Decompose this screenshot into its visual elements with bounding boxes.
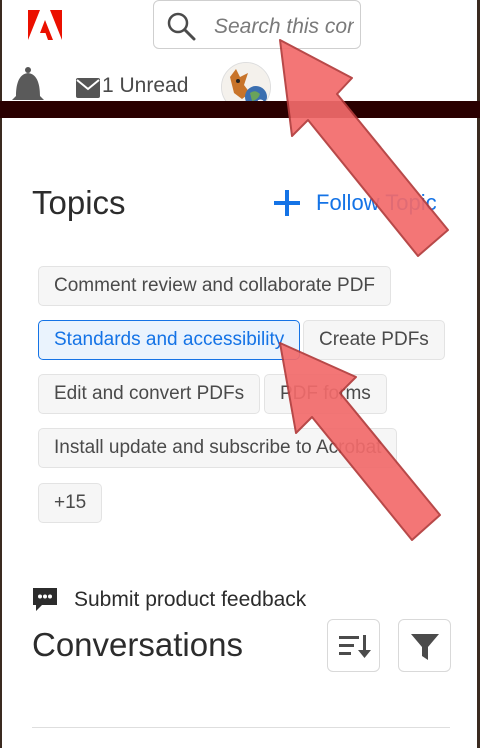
topic-chip-edit-convert[interactable]: Edit and convert PDFs	[38, 374, 261, 414]
adobe-logo-icon[interactable]	[28, 10, 62, 40]
conversations-heading: Conversations	[32, 626, 243, 663]
topic-chip-pdf-forms[interactable]: PDF forms	[264, 374, 387, 414]
section-divider	[32, 727, 450, 728]
plus-icon	[274, 190, 300, 216]
annotation-arrow-search	[279, 39, 449, 257]
topics-heading: Topics	[32, 184, 126, 221]
search-icon[interactable]	[166, 11, 196, 41]
follow-topic-label: Follow Topic	[316, 190, 437, 215]
topic-chip-comment-review[interactable]: Comment review and collaborate PDF	[38, 266, 392, 306]
submit-feedback-link[interactable]: Submit product feedback	[30, 585, 306, 615]
filter-icon	[410, 633, 439, 660]
topic-chip-install-update[interactable]: Install update and subscribe to Acrobat	[38, 428, 398, 468]
mail-icon[interactable]	[76, 78, 100, 98]
submit-feedback-label: Submit product feedback	[74, 588, 307, 611]
filter-button[interactable]	[398, 619, 451, 672]
bell-icon[interactable]	[10, 66, 46, 106]
header-bar	[0, 101, 480, 118]
unread-count[interactable]: 1 Unread	[102, 74, 188, 98]
topic-chip-standards-accessibility[interactable]: Standards and accessibility	[38, 320, 301, 360]
search-box[interactable]	[153, 0, 361, 49]
search-input[interactable]	[212, 11, 356, 43]
sort-button[interactable]	[327, 619, 380, 672]
feedback-icon	[33, 588, 57, 611]
topic-chip-more[interactable]: +15	[38, 483, 103, 523]
topic-chip-create-pdfs[interactable]: Create PDFs	[303, 320, 445, 360]
sort-icon	[338, 634, 371, 658]
follow-topic-button[interactable]: Follow Topic	[272, 186, 437, 220]
